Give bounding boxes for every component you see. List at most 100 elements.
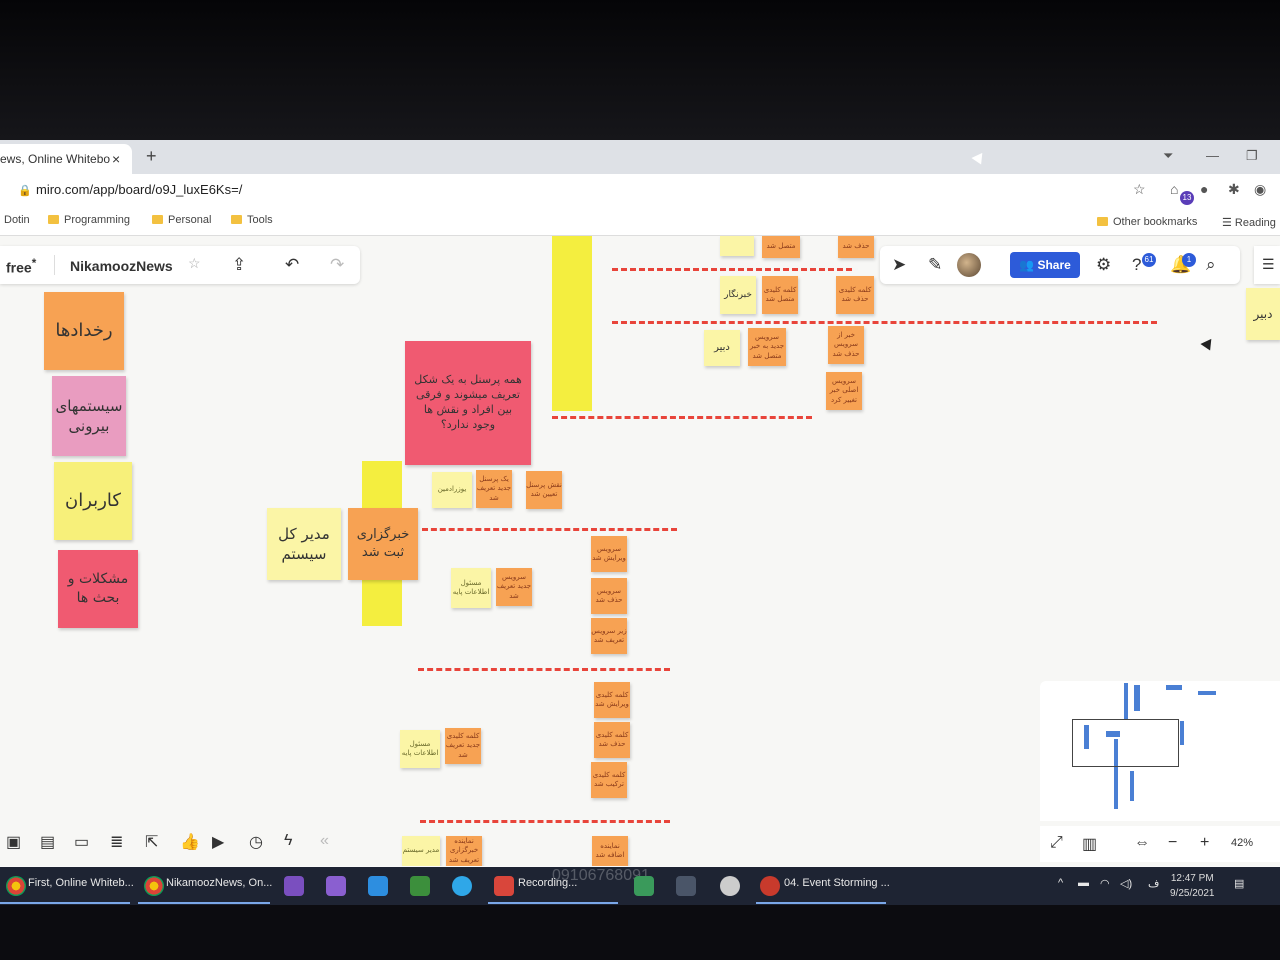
vote-icon[interactable]: 👍	[180, 832, 200, 852]
url-field[interactable]: miro.com/app/board/o9J_luxE6Ks=/	[36, 182, 242, 197]
video-icon[interactable]: ▶	[212, 832, 224, 852]
recorder-icon[interactable]	[494, 876, 514, 896]
help-icon[interactable]: ? 61	[1132, 253, 1156, 275]
share-button[interactable]: 👥 Share	[1010, 252, 1080, 278]
settings-icon[interactable]: ⚙	[1096, 255, 1111, 275]
tray-chevron-icon[interactable]: ^	[1058, 877, 1063, 889]
bookmark-programming[interactable]: Programming	[48, 214, 130, 226]
chrome-icon[interactable]	[144, 876, 164, 896]
miro-board-canvas[interactable]: رخدادها سیستمهای بیرونی کاربران مشکلات و…	[0, 236, 1280, 866]
minimap[interactable]	[1040, 681, 1280, 821]
event-sticky[interactable]: نماینده خبرگزاری تعریف شد	[446, 836, 482, 866]
avatar[interactable]	[957, 253, 981, 277]
event-sticky[interactable]: نماینده اضافه شد	[592, 836, 628, 866]
event-sticky[interactable]: سرویس حذف شد	[591, 578, 627, 614]
comments-icon[interactable]: ▤	[40, 832, 55, 852]
profile-icon[interactable]: ◉	[1254, 181, 1266, 198]
legend-external-sticky[interactable]: سیستمهای بیرونی	[52, 376, 126, 456]
minimize-icon[interactable]: —	[1206, 148, 1219, 163]
cursor-tools-icon[interactable]: ➤	[892, 255, 906, 275]
reading-list[interactable]: ☰ Reading	[1222, 216, 1276, 229]
new-tab-button[interactable]: +	[146, 146, 157, 167]
actor-sticky[interactable]	[720, 236, 754, 256]
zoom-level[interactable]: 42%	[1231, 837, 1253, 849]
redo-icon[interactable]: ↷	[330, 255, 344, 275]
celebrate-icon[interactable]: ✎	[928, 255, 942, 275]
search-icon[interactable]: ⌕	[1206, 255, 1216, 275]
event-sticky[interactable]: سرویس جدید به خبر متصل شد	[748, 328, 786, 366]
bookmark-personal[interactable]: Personal	[152, 214, 211, 226]
notification-center-icon[interactable]: ▤	[1234, 877, 1244, 890]
chrome-icon[interactable]	[6, 876, 26, 896]
tab-miro[interactable]: ews, Online Whitebo ×	[0, 144, 132, 174]
frames-icon[interactable]: ▣	[6, 832, 21, 852]
extension-icon[interactable]: ⌂ 13	[1170, 181, 1194, 205]
event-sticky[interactable]: سرویس جدید تعریف شد	[496, 568, 532, 606]
event-sticky[interactable]: حذف شد	[838, 236, 874, 258]
kanban-icon[interactable]: ≣	[110, 832, 123, 852]
event-sticky[interactable]: یک پرسنل جدید تعریف شد	[476, 470, 512, 508]
actor-sticky[interactable]: خبرنگار	[720, 276, 756, 314]
event-sticky[interactable]: کلمه کلیدی جدید تعریف شد	[445, 728, 481, 764]
actor-sticky[interactable]: مسئول اطلاعات پایه	[451, 568, 491, 608]
event-sticky[interactable]: کلمه کلیدی ویرایش شد	[594, 682, 630, 718]
event-sticky[interactable]: کلمه کلیدی حذف شد	[594, 722, 630, 758]
task-event-storming[interactable]: 04. Event Storming ...	[784, 877, 890, 889]
pivotal-event-strip[interactable]	[552, 236, 592, 411]
event-sticky[interactable]: خبر از سرویس حذف شد	[828, 326, 864, 364]
sync-icon[interactable]: ●	[1200, 181, 1208, 197]
export-icon[interactable]: ⇪	[232, 255, 246, 275]
puzzle-icon[interactable]: ✱	[1228, 181, 1240, 198]
legend-users-sticky[interactable]: کاربران	[54, 462, 132, 540]
powerpoint-icon[interactable]	[760, 876, 780, 896]
actor-sticky[interactable]: یوزرادمین	[432, 472, 472, 508]
actor-sticky[interactable]: دبیر	[1246, 288, 1280, 340]
tab-close-icon[interactable]: ×	[112, 151, 120, 167]
bookmark-dotin[interactable]: Dotin	[4, 214, 30, 226]
minimap-viewport[interactable]	[1072, 719, 1179, 767]
undo-icon[interactable]: ↶	[285, 255, 299, 275]
star-icon[interactable]: ☆	[188, 255, 201, 272]
actor-sticky[interactable]: مدیر سیستم	[402, 836, 440, 866]
fullscreen-icon[interactable]: ⤢	[1050, 834, 1063, 852]
panel-toggle-icon[interactable]: ☰	[1254, 246, 1280, 284]
fit-icon[interactable]: ⇔	[1134, 834, 1150, 852]
actor-sticky[interactable]: مسئول اطلاعات پایه	[400, 730, 440, 768]
clock[interactable]: 12:47 PM 9/25/2021	[1170, 871, 1215, 901]
event-sticky[interactable]: کلمه کلیدی متصل شد	[762, 276, 798, 314]
zoom-out-icon[interactable]: −	[1168, 834, 1177, 852]
app-icon[interactable]	[720, 876, 740, 896]
event-sticky[interactable]: سرویس ویرایش شد	[591, 536, 627, 572]
battery-icon[interactable]: ▬	[1078, 877, 1089, 889]
question-sticky[interactable]: همه پرسنل به یک شکل تعریف میشوند و فرقی …	[405, 341, 531, 465]
cards-icon[interactable]: ▭	[74, 832, 89, 852]
app-icon[interactable]	[634, 876, 654, 896]
event-sticky[interactable]: نقش پرسنل تعیین شد	[526, 471, 562, 509]
restore-icon[interactable]: ❐	[1246, 148, 1258, 164]
share-screen-icon[interactable]: ⇱	[145, 832, 158, 852]
collapse-icon[interactable]: «	[320, 832, 329, 850]
star-icon[interactable]: ☆	[1133, 181, 1146, 198]
vscode-icon[interactable]	[368, 876, 388, 896]
board-name[interactable]: NikamoozNews	[70, 258, 173, 274]
visual-studio-icon[interactable]	[284, 876, 304, 896]
volume-icon[interactable]: ◁)	[1120, 877, 1132, 890]
bookmark-other[interactable]: Other bookmarks	[1097, 216, 1197, 228]
map-icon[interactable]: ▥	[1082, 834, 1097, 854]
language-indicator[interactable]: ف	[1148, 877, 1159, 890]
apps-icon[interactable]: ϟ	[284, 832, 292, 850]
notifications-icon[interactable]: 🔔 1	[1170, 253, 1196, 275]
app-icon[interactable]	[452, 876, 472, 896]
actor-sticky[interactable]: دبیر	[704, 330, 740, 366]
legend-events-sticky[interactable]: رخدادها	[44, 292, 124, 370]
zoom-in-icon[interactable]: +	[1200, 834, 1209, 852]
event-sticky[interactable]: سرویس اصلی خبر تغییر کرد	[826, 372, 862, 410]
legend-problems-sticky[interactable]: مشکلات و بحث ها	[58, 550, 138, 628]
timer-icon[interactable]: ◷	[249, 832, 263, 852]
actor-sticky[interactable]: مدیر کل سیستم	[267, 508, 341, 580]
task-first-whiteboard[interactable]: First, Online Whiteb...	[28, 877, 134, 889]
app-icon[interactable]	[410, 876, 430, 896]
event-sticky[interactable]: متصل شد	[762, 236, 800, 258]
event-sticky[interactable]: کلمه کلیدی ترکیب شد	[591, 762, 627, 798]
visual-studio-icon[interactable]	[326, 876, 346, 896]
